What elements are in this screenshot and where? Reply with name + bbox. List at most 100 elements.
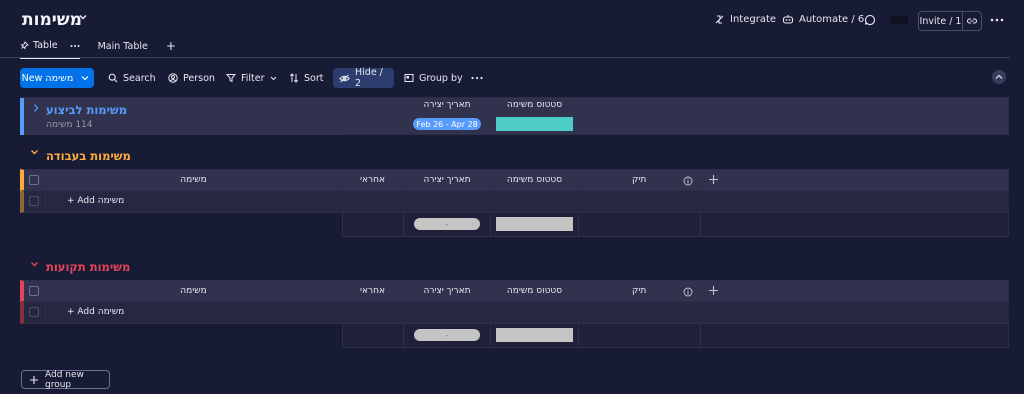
more-options-icon[interactable] bbox=[990, 17, 1004, 23]
add-new-group-label: Add new group bbox=[45, 369, 84, 390]
info-icon[interactable] bbox=[683, 176, 693, 186]
tag-column-header-cell[interactable]: תיק bbox=[579, 169, 701, 191]
empty-date-pill[interactable]: - bbox=[414, 218, 480, 230]
automate-label: Automate / 6 bbox=[799, 14, 865, 25]
add-column-plus-icon[interactable] bbox=[708, 285, 719, 296]
search-icon bbox=[108, 73, 118, 83]
hide-label: Hide / 2 bbox=[355, 67, 383, 89]
item-column-header[interactable]: משימה bbox=[46, 280, 342, 302]
hide-columns-button[interactable]: Hide / 2 bbox=[333, 67, 394, 89]
tab-options-icon[interactable] bbox=[70, 44, 80, 48]
select-all-checkbox[interactable] bbox=[29, 286, 39, 296]
updates-chat-icon[interactable] bbox=[864, 14, 876, 26]
filter-label: Filter bbox=[241, 72, 265, 84]
tag-column-header: תיק bbox=[632, 286, 647, 296]
created-date-column-header[interactable]: תאריך יצירה bbox=[404, 169, 491, 191]
avatar[interactable] bbox=[890, 16, 908, 24]
group-todo: משימות לביצוע 114 משימה תאריך יצירה Feb … bbox=[20, 97, 1009, 135]
owner-summary-cell bbox=[342, 98, 404, 135]
add-column-plus-icon[interactable] bbox=[708, 174, 719, 185]
search-button[interactable]: Search bbox=[102, 68, 162, 88]
filter-button[interactable]: Filter bbox=[220, 68, 283, 88]
select-all-checkbox[interactable] bbox=[29, 175, 39, 185]
tab-table-label: Table bbox=[33, 40, 58, 51]
tag-column-header: תיק bbox=[632, 175, 647, 185]
group-by-button[interactable]: Group by bbox=[398, 68, 469, 88]
tabs-divider bbox=[0, 57, 1010, 58]
group-by-label: Group by bbox=[419, 72, 463, 84]
collapse-header-button[interactable] bbox=[992, 70, 1006, 84]
empty-status-bar[interactable] bbox=[496, 328, 573, 342]
pin-icon bbox=[20, 41, 29, 50]
group-expand-chevron-icon[interactable] bbox=[32, 103, 40, 113]
chevron-up-icon bbox=[995, 74, 1003, 80]
sort-button[interactable]: Sort bbox=[283, 68, 329, 88]
add-item-checkbox-cell bbox=[20, 302, 46, 324]
empty-summary-cell bbox=[701, 324, 1009, 348]
status-summary-cell bbox=[491, 213, 579, 237]
add-item-label[interactable]: + Add משימה bbox=[67, 196, 124, 206]
tag-summary-cell bbox=[579, 213, 701, 237]
status-column-header[interactable]: סטטוס משימה bbox=[491, 280, 579, 302]
empty-summary-cell bbox=[701, 98, 1009, 135]
created-date-column-header[interactable]: תאריך יצירה bbox=[404, 280, 491, 302]
group-todo-count: 114 משימה bbox=[46, 120, 93, 130]
add-column-cell bbox=[701, 280, 1009, 302]
invite-button[interactable]: Invite / 1 bbox=[918, 11, 982, 31]
tag-column-header-cell[interactable]: תיק bbox=[579, 280, 701, 302]
tag-summary-cell bbox=[579, 98, 701, 135]
created-date-header: תאריך יצירה bbox=[423, 100, 471, 110]
date-range-pill[interactable]: Feb 26 - Apr 28 bbox=[413, 118, 481, 130]
add-new-group-button[interactable]: Add new group bbox=[21, 369, 110, 390]
group-in-progress-chevron-down-icon[interactable] bbox=[30, 149, 39, 156]
plus-icon: + bbox=[165, 39, 176, 53]
info-icon[interactable] bbox=[683, 287, 693, 297]
person-label: Person bbox=[183, 72, 215, 84]
new-item-label[interactable]: New משימה bbox=[20, 68, 76, 88]
tag-summary-cell bbox=[579, 324, 701, 348]
empty-summary-cell bbox=[701, 213, 1009, 237]
plus-icon bbox=[29, 375, 39, 385]
group-in-progress: משימה אחראי תאריך יצירה סטטוס משימה תיק … bbox=[20, 169, 1009, 237]
board-title-chevron-down-icon[interactable] bbox=[78, 12, 88, 22]
group-stuck-chevron-down-icon[interactable] bbox=[30, 261, 39, 268]
integrate-icon bbox=[714, 14, 725, 25]
group-todo-title[interactable]: משימות לביצוע bbox=[46, 103, 127, 117]
status-column-header[interactable]: סטטוס משימה bbox=[491, 169, 579, 191]
add-item-checkbox-cell bbox=[20, 191, 46, 213]
status-header: סטטוס משימה bbox=[506, 100, 563, 110]
group-stuck-title[interactable]: משימות תקועות bbox=[46, 260, 130, 274]
copy-link-icon[interactable] bbox=[963, 12, 981, 30]
toolbar-more-icon[interactable] bbox=[465, 68, 489, 88]
add-view-button[interactable]: + bbox=[166, 39, 176, 59]
filter-chevron-down-icon bbox=[270, 76, 277, 81]
owner-summary-cell bbox=[342, 324, 404, 348]
status-distribution-bar[interactable] bbox=[496, 117, 573, 131]
owner-column-header[interactable]: אחראי bbox=[342, 169, 404, 191]
board-title[interactable]: משימות bbox=[22, 10, 82, 30]
integrate-label: Integrate bbox=[730, 14, 777, 25]
item-column-header[interactable]: משימה bbox=[46, 169, 342, 191]
integrate-button[interactable]: Integrate bbox=[714, 14, 776, 25]
owner-column-header[interactable]: אחראי bbox=[342, 280, 404, 302]
select-all-cell bbox=[20, 169, 46, 191]
sort-label: Sort bbox=[304, 72, 324, 84]
new-item-button[interactable]: New משימה bbox=[20, 68, 94, 88]
created-date-summary-cell: - bbox=[404, 324, 491, 348]
add-item-label[interactable]: + Add משימה bbox=[67, 307, 124, 317]
automate-button[interactable]: Automate / 6 bbox=[782, 14, 864, 25]
robot-icon bbox=[782, 14, 794, 25]
status-summary-cell bbox=[491, 324, 579, 348]
group-in-progress-title[interactable]: משימות בעבודה bbox=[46, 149, 131, 163]
group-todo-title-cell[interactable]: משימות לביצוע 114 משימה bbox=[20, 98, 342, 135]
empty-status-bar[interactable] bbox=[496, 217, 573, 231]
group-stuck: משימה אחראי תאריך יצירה סטטוס משימה תיק … bbox=[20, 280, 1009, 348]
empty-date-pill[interactable]: - bbox=[414, 329, 480, 341]
add-item-row[interactable]: + Add משימה bbox=[46, 302, 1009, 324]
new-item-chevron-down-icon[interactable] bbox=[76, 68, 94, 88]
filter-icon bbox=[226, 73, 236, 83]
add-item-checkbox bbox=[29, 307, 39, 317]
invite-label: Invite / 1 bbox=[919, 12, 963, 30]
add-item-row[interactable]: + Add משימה bbox=[46, 191, 1009, 213]
person-filter-button[interactable]: Person bbox=[162, 68, 221, 88]
